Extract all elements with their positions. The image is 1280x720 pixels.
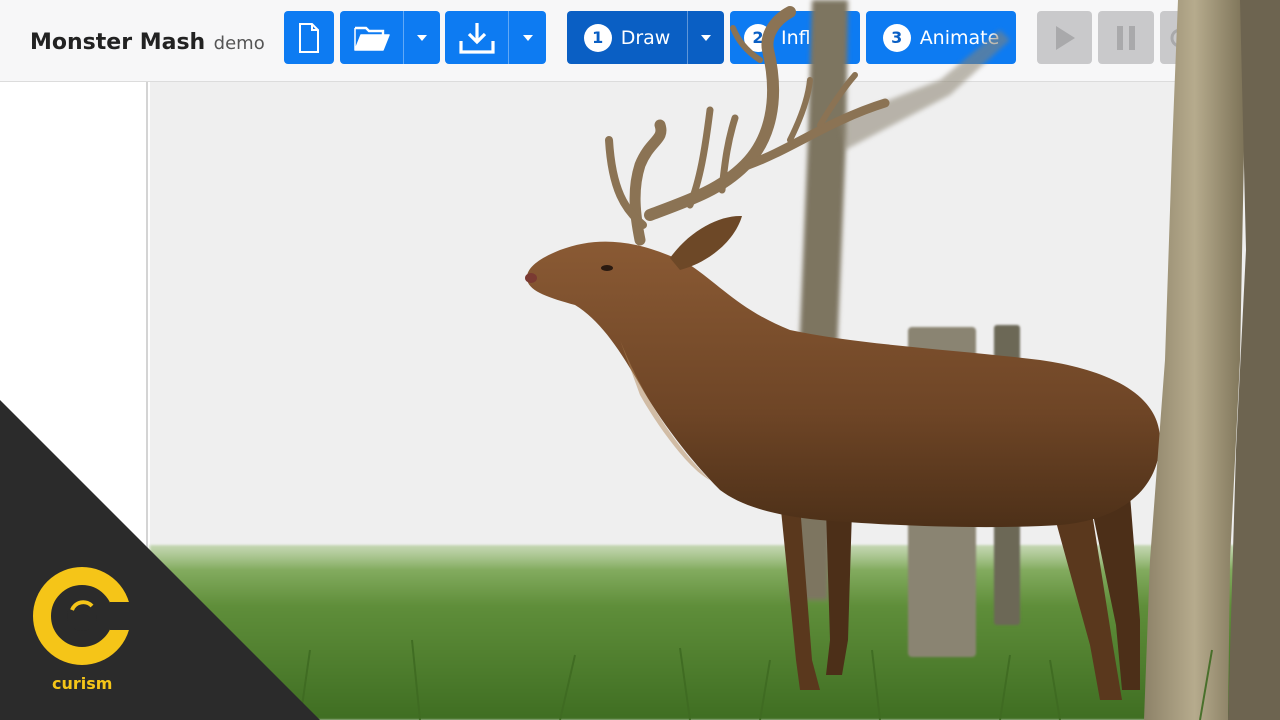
app-brand: Monster Mash demo [30,30,265,55]
app-subtitle: demo [213,33,265,54]
step-inflate-button[interactable]: 2 Infl [730,11,860,64]
record-icon [1170,28,1190,47]
step-number-badge: 3 [882,23,911,52]
pause-button[interactable] [1098,11,1154,64]
record-button[interactable] [1160,11,1200,64]
chevron-down-icon [417,34,427,41]
download-icon [458,22,495,54]
step-label: Animate [919,26,1000,49]
step-number-badge: 1 [583,23,612,52]
download-button[interactable] [445,11,508,64]
watermark-brand-text: curism [52,674,113,693]
play-icon [1055,25,1075,50]
step-draw-dropdown-button[interactable] [687,11,724,64]
file-icon [299,22,319,53]
play-button[interactable] [1037,11,1092,64]
open-dropdown-button[interactable] [403,11,440,64]
step-draw-button[interactable]: 1 Draw [567,11,687,64]
step-number-badge: 2 [744,23,772,52]
app-title: Monster Mash [30,30,206,55]
download-dropdown-button[interactable] [508,11,546,64]
pause-icon [1117,25,1135,50]
folder-open-icon [353,26,390,51]
curism-logo-icon [33,567,132,665]
step-label: Infl [781,26,811,49]
open-button[interactable] [340,11,403,64]
chevron-down-icon [522,34,533,41]
grass-ground [150,545,1280,720]
grass-haze [150,520,1280,570]
top-toolbar: Monster Mash demo 1 Draw 2 Infl 3 Animat… [0,0,1280,82]
new-file-button[interactable] [284,11,334,64]
chevron-down-icon [701,34,711,41]
step-label: Draw [620,26,671,49]
step-animate-button[interactable]: 3 Animate [866,11,1016,64]
